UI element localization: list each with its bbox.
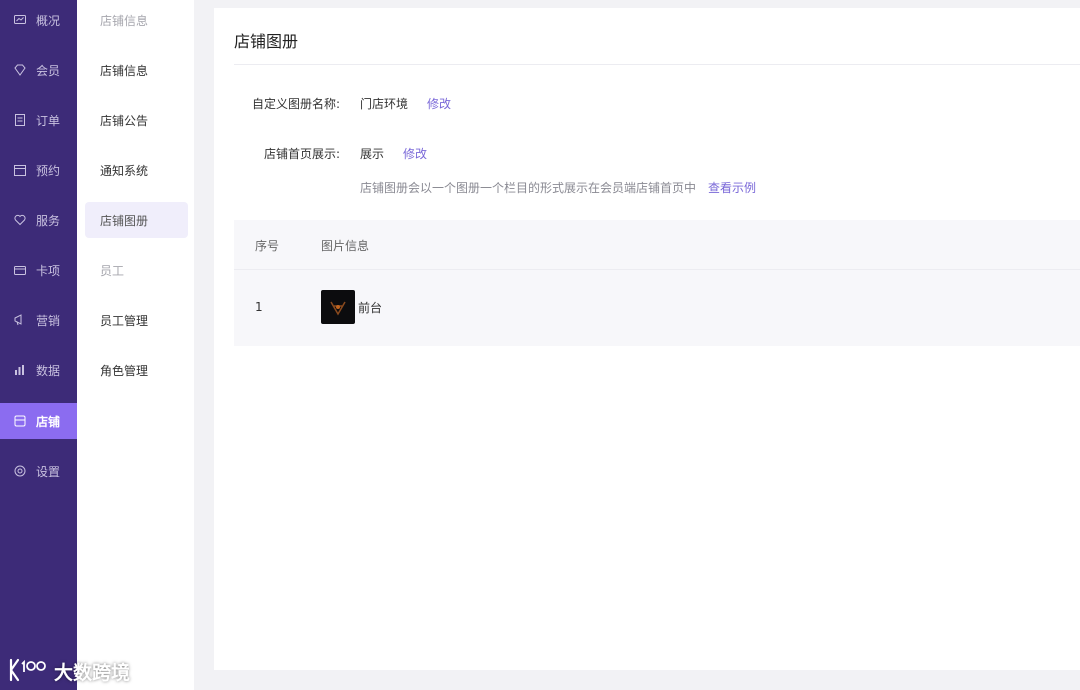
table-header: 序号 图片信息 bbox=[234, 220, 1080, 270]
sidebar-item-label: 预约 bbox=[36, 163, 61, 178]
dashboard-icon bbox=[13, 13, 27, 27]
k100-logo-icon bbox=[8, 656, 48, 687]
sidebar-item-label: 数据 bbox=[36, 363, 61, 378]
order-icon bbox=[13, 113, 27, 127]
sidebar-item-label: 设置 bbox=[36, 464, 61, 479]
sidebar-item-label: 营销 bbox=[36, 313, 61, 328]
page-title: 店铺图册 bbox=[234, 32, 299, 51]
album-hint-text: 店铺图册会以一个图册一个栏目的形式展示在会员端店铺首页中 bbox=[360, 181, 697, 195]
sidebar-item-marketing[interactable]: 营销 bbox=[0, 302, 77, 338]
sidebar-item-card[interactable]: 卡项 bbox=[0, 252, 77, 288]
subnav-item-album[interactable]: 店铺图册 bbox=[85, 202, 188, 238]
home-display-value: 展示 bbox=[360, 147, 385, 161]
data-icon bbox=[13, 363, 27, 377]
sidebar-item-data[interactable]: 数据 bbox=[0, 352, 77, 388]
settings-icon bbox=[13, 464, 27, 478]
title-divider bbox=[234, 64, 1080, 65]
subnav-item-announcement[interactable]: 店铺公告 bbox=[85, 102, 188, 138]
sidebar-item-settings[interactable]: 设置 bbox=[0, 453, 77, 489]
album-name-value: 门店环境 bbox=[360, 97, 409, 111]
table-row[interactable]: 1 前台 bbox=[234, 270, 1080, 346]
edit-home-display-link[interactable]: 修改 bbox=[403, 145, 427, 162]
sidebar-item-label: 卡项 bbox=[36, 263, 61, 278]
card-icon bbox=[13, 263, 27, 277]
sidebar-item-label: 店铺 bbox=[36, 414, 61, 429]
subnav-header-store: 店铺信息 bbox=[100, 13, 149, 28]
sidebar-item-label: 会员 bbox=[36, 63, 61, 78]
member-icon bbox=[13, 63, 27, 77]
watermark: 大数跨境 bbox=[8, 656, 130, 687]
album-name-label: 自定义图册名称: bbox=[251, 97, 340, 111]
sidebar-item-label: 概况 bbox=[36, 13, 61, 28]
sidebar-item-order[interactable]: 订单 bbox=[0, 102, 77, 138]
subnav-item-role-management[interactable]: 角色管理 bbox=[85, 352, 188, 388]
service-icon bbox=[13, 213, 27, 227]
sidebar-item-overview[interactable]: 概况 bbox=[0, 2, 77, 38]
sidebar-item-service[interactable]: 服务 bbox=[0, 202, 77, 238]
marketing-icon bbox=[13, 313, 27, 327]
main-panel: 店铺图册 自定义图册名称: 门店环境 修改 店铺首页展示: 展示 修改 店铺图册… bbox=[214, 8, 1080, 670]
sub-sidebar: 店铺信息 店铺信息 店铺公告 通知系统 店铺图册 员工 员工管理 角色管理 bbox=[77, 0, 194, 690]
home-display-label: 店铺首页展示: bbox=[263, 147, 340, 161]
booking-icon bbox=[13, 163, 27, 177]
subnav-header-staff: 员工 bbox=[100, 263, 125, 278]
edit-album-name-link[interactable]: 修改 bbox=[427, 95, 451, 112]
column-header-image-info: 图片信息 bbox=[321, 239, 370, 253]
subnav-item-notification[interactable]: 通知系统 bbox=[85, 152, 188, 188]
view-example-link[interactable]: 查看示例 bbox=[708, 179, 756, 196]
row-index: 1 bbox=[255, 300, 263, 314]
sidebar-item-label: 订单 bbox=[36, 113, 61, 128]
watermark-text: 大数跨境 bbox=[54, 662, 131, 684]
sidebar-item-booking[interactable]: 预约 bbox=[0, 152, 77, 188]
image-thumbnail[interactable] bbox=[321, 290, 355, 324]
sidebar-item-store[interactable]: 店铺 bbox=[0, 403, 77, 439]
subnav-item-staff-management[interactable]: 员工管理 bbox=[85, 302, 188, 338]
store-icon bbox=[13, 414, 27, 428]
sidebar-item-label: 服务 bbox=[36, 213, 61, 228]
subnav-item-store-info[interactable]: 店铺信息 bbox=[85, 52, 188, 88]
main-sidebar: 概况 会员 订单 预约 服务 卡项 营销 数据 店铺 设置 bbox=[0, 0, 77, 690]
image-name: 前台 bbox=[358, 301, 383, 315]
sidebar-item-member[interactable]: 会员 bbox=[0, 52, 77, 88]
column-header-index: 序号 bbox=[255, 239, 280, 253]
